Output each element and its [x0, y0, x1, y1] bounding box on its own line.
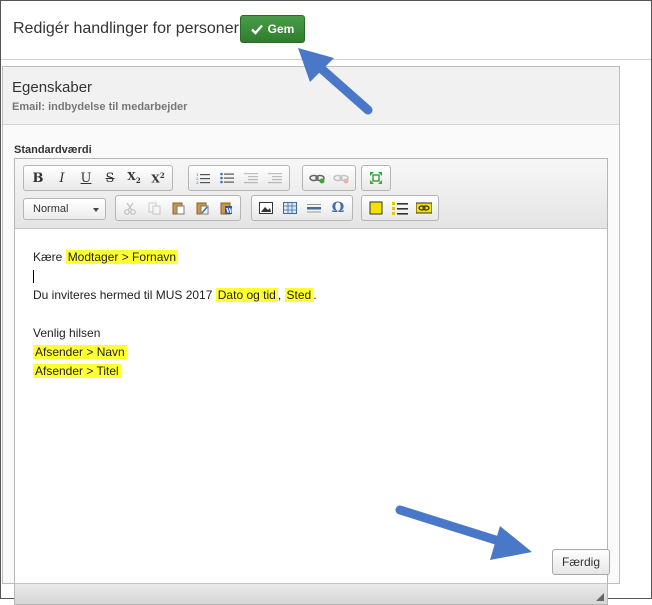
maximize-group: [361, 165, 391, 191]
link-group: [302, 165, 356, 191]
strikethrough-button[interactable]: S: [98, 167, 122, 189]
text-cursor: [33, 270, 34, 284]
paste-text-icon[interactable]: [190, 197, 214, 219]
copy-icon[interactable]: [142, 197, 166, 219]
panel-title: Egenskaber: [12, 79, 93, 96]
merge-list-icon[interactable]: [388, 197, 412, 219]
editor-content[interactable]: Kære Modtager > Fornavn Du inviteres her…: [15, 230, 607, 583]
rich-text-editor: B I U S X2 X2 123 Normal W Ω Kære Modtag…: [14, 158, 608, 605]
chevron-down-icon: [93, 208, 99, 212]
indent-icon[interactable]: [263, 167, 287, 189]
merge-field-recipient[interactable]: Modtager > Fornavn: [65, 250, 179, 264]
check-icon: [250, 24, 263, 35]
paste-word-icon[interactable]: W: [214, 197, 238, 219]
editor-toolbar: B I U S X2 X2 123 Normal W Ω: [15, 159, 607, 229]
body-line: Du inviteres hermed til MUS 2017 Dato og…: [33, 286, 589, 305]
bullet-list-icon[interactable]: [215, 167, 239, 189]
horizontal-line-icon[interactable]: [302, 197, 326, 219]
insert-group: Ω: [251, 195, 353, 221]
link-icon[interactable]: [305, 167, 329, 189]
panel-subtitle: Email: indbydelse til medarbejder: [12, 101, 188, 113]
maximize-icon[interactable]: [364, 167, 388, 189]
panel-header: Egenskaber Email: indbydelse til medarbe…: [3, 67, 619, 125]
greeting-line: Kære Modtager > Fornavn: [33, 248, 589, 267]
sender-title-line: Afsender > Titel: [33, 362, 589, 381]
period-text: .: [313, 288, 317, 302]
merge-field-date[interactable]: Dato og tid: [215, 288, 278, 302]
merge-link-icon[interactable]: [412, 197, 436, 219]
table-icon[interactable]: [278, 197, 302, 219]
svg-text:3: 3: [196, 180, 199, 184]
image-icon[interactable]: [254, 197, 278, 219]
unlink-icon[interactable]: [329, 167, 353, 189]
save-button[interactable]: Gem: [240, 15, 305, 43]
closing-line: Venlig hilsen: [33, 326, 101, 340]
numbered-list-icon[interactable]: 123: [191, 167, 215, 189]
page-header: Redigér handlinger for personer Gem: [1, 1, 651, 60]
merge-field-sender-name[interactable]: Afsender > Navn: [33, 345, 127, 359]
superscript-button[interactable]: X2: [146, 167, 170, 189]
list-group: 123: [188, 165, 290, 191]
format-style-value: Normal: [33, 203, 69, 215]
editor-statusbar: [15, 583, 607, 604]
svg-text:W: W: [225, 208, 233, 215]
underline-button[interactable]: U: [74, 167, 98, 189]
save-button-label: Gem: [267, 22, 295, 36]
merge-field-icon[interactable]: [364, 197, 388, 219]
outdent-icon[interactable]: [239, 167, 263, 189]
paste-icon[interactable]: [166, 197, 190, 219]
greeting-text: Kære: [33, 250, 63, 264]
body-text: Du inviteres hermed til MUS 2017: [33, 288, 213, 302]
sender-name-line: Afsender > Navn: [33, 343, 589, 362]
cut-icon[interactable]: [118, 197, 142, 219]
italic-button[interactable]: I: [50, 167, 74, 189]
merge-field-sender-title[interactable]: Afsender > Titel: [33, 364, 121, 378]
field-label: Standardværdi: [14, 144, 92, 156]
subscript-button[interactable]: X2: [122, 167, 146, 189]
done-button-label: Færdig: [561, 555, 600, 569]
done-button[interactable]: Færdig: [552, 549, 610, 575]
comma-text: ,: [277, 288, 282, 302]
special-character-icon[interactable]: Ω: [326, 197, 350, 219]
clipboard-group: W: [115, 195, 241, 221]
cursor-line: [33, 267, 589, 286]
merge-field-group: [361, 195, 439, 221]
bold-button[interactable]: B: [26, 167, 50, 189]
page-title: Redigér handlinger for personer: [13, 20, 239, 37]
format-group: B I U S X2 X2: [23, 165, 173, 191]
resize-handle-icon[interactable]: [596, 593, 604, 601]
format-style-select[interactable]: Normal: [23, 198, 106, 220]
merge-field-place[interactable]: Sted: [284, 288, 314, 302]
properties-panel: Egenskaber Email: indbydelse til medarbe…: [2, 66, 620, 605]
